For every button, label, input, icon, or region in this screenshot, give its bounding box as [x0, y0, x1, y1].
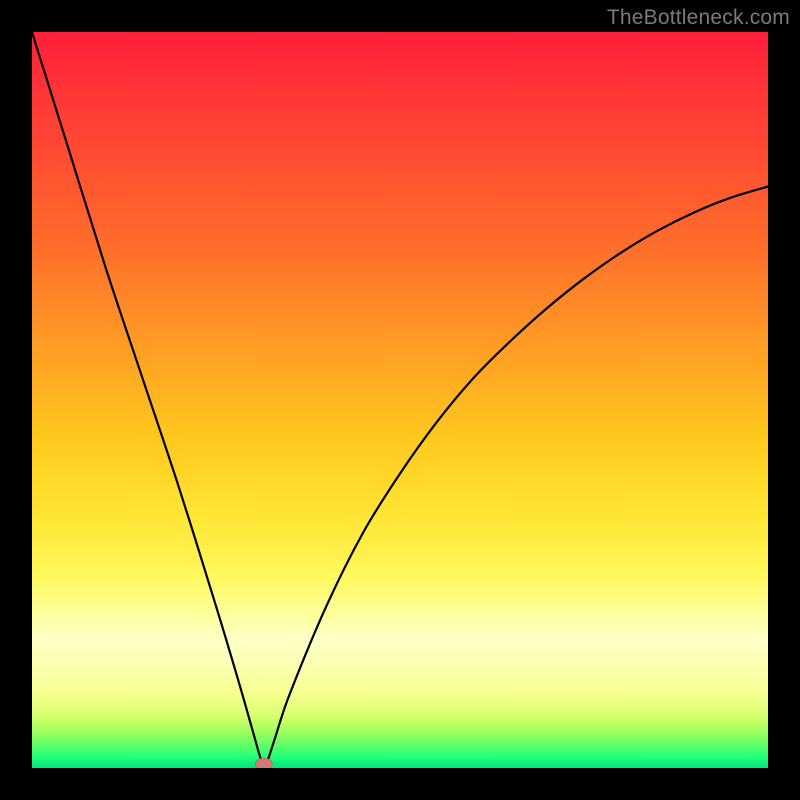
watermark-label: TheBottleneck.com: [607, 6, 790, 30]
chart-frame: TheBottleneck.com: [0, 0, 800, 800]
curve-svg: [32, 32, 768, 768]
bottleneck-curve: [32, 32, 768, 765]
plot-area: [32, 32, 768, 768]
minimum-marker: [255, 758, 272, 768]
